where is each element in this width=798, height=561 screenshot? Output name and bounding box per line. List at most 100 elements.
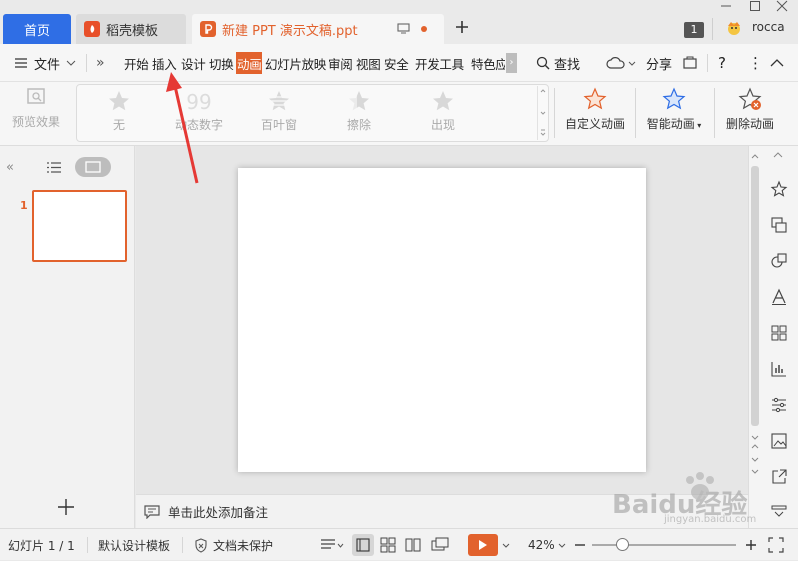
slide-view-toggle[interactable] xyxy=(75,157,111,177)
slide-thumbnail[interactable] xyxy=(32,190,127,262)
play-icon xyxy=(468,534,498,556)
help-icon[interactable]: ? xyxy=(718,44,726,82)
add-slide-button[interactable] xyxy=(57,498,75,516)
chevron-down-icon xyxy=(502,543,510,548)
watermark-subtext: jingyan.baidu.com xyxy=(664,514,757,525)
tab-template[interactable]: 稻壳模板 xyxy=(76,14,186,44)
user-name[interactable]: rocca xyxy=(752,20,785,34)
plus-icon xyxy=(746,540,756,550)
cloud-icon xyxy=(606,57,625,69)
notes-toggle-icon[interactable] xyxy=(320,529,344,561)
text-style-icon[interactable] xyxy=(770,288,788,306)
effect-wipe[interactable]: 擦除 xyxy=(319,85,399,141)
workbench-icon[interactable] xyxy=(682,44,698,82)
chart-icon[interactable] xyxy=(770,360,788,378)
divider xyxy=(707,54,708,72)
document-protection[interactable]: 文档未保护 xyxy=(194,529,273,561)
animation-ribbon: 预览效果 无 99 动态数字 百叶窗 擦除 出现 自定义动画 智能动画 ▾ 删除… xyxy=(0,82,798,146)
collapse-panel-down-icon[interactable] xyxy=(770,504,788,518)
tab-animation[interactable]: 动画 xyxy=(236,52,263,74)
collapse-panel-icon[interactable]: « xyxy=(6,160,14,175)
canvas-vertical-scrollbar[interactable] xyxy=(748,146,762,494)
picture-icon[interactable] xyxy=(770,432,788,450)
divider xyxy=(714,88,715,138)
slide-sorter-icon[interactable] xyxy=(380,529,396,561)
effect-none[interactable]: 无 xyxy=(79,85,159,141)
slide-editor[interactable] xyxy=(238,168,646,472)
collapse-ribbon-icon[interactable] xyxy=(770,44,784,82)
expand-double-chevron-icon[interactable]: » xyxy=(96,44,105,82)
slide-count: 幻灯片 1 / 1 xyxy=(8,538,75,553)
monitor-icon[interactable] xyxy=(397,23,410,34)
zoom-level[interactable]: 42% xyxy=(528,529,566,561)
new-tab-button[interactable] xyxy=(455,20,469,34)
effect-appear[interactable]: 出现 xyxy=(403,85,483,141)
tab-developer[interactable]: 开发工具 xyxy=(415,52,464,74)
scroll-up-icon[interactable] xyxy=(773,152,783,158)
design-template[interactable]: 默认设计模板 xyxy=(98,529,170,561)
play-slideshow-button[interactable] xyxy=(468,529,510,561)
slide-view-icon xyxy=(85,161,101,173)
zoom-slider-thumb[interactable] xyxy=(616,538,629,551)
tab-start[interactable]: 开始 xyxy=(124,52,149,74)
tab-special[interactable]: 特色应 xyxy=(471,52,505,74)
normal-view-button[interactable] xyxy=(352,529,374,561)
zoom-slider[interactable] xyxy=(592,544,736,546)
avatar[interactable] xyxy=(726,20,742,36)
tab-view[interactable]: 视图 xyxy=(356,52,381,74)
ppt-file-icon xyxy=(200,21,216,37)
animation-gallery: 无 99 动态数字 百叶窗 擦除 出现 xyxy=(76,84,549,142)
cloud-sync-button[interactable] xyxy=(606,44,636,82)
page-badge[interactable]: 1 xyxy=(684,22,704,38)
scroll-right-icon[interactable]: › xyxy=(506,53,517,73)
wipe-star-icon xyxy=(349,91,369,111)
tab-security[interactable]: 安全 xyxy=(384,52,409,74)
preview-effect-button[interactable]: 预览效果 xyxy=(10,86,62,130)
search-button[interactable]: 查找 xyxy=(536,44,580,82)
plus-icon xyxy=(58,499,74,515)
shapes-icon[interactable] xyxy=(770,252,788,270)
zoom-out-button[interactable] xyxy=(574,529,586,561)
notes-placeholder: 单击此处添加备注 xyxy=(168,505,269,520)
unsaved-dot-icon xyxy=(421,26,427,32)
notes-icon xyxy=(144,504,160,519)
shield-icon xyxy=(195,537,207,553)
share-export-icon[interactable] xyxy=(770,468,788,486)
slide-number: 1 xyxy=(20,199,28,212)
share-button[interactable]: 分享 xyxy=(646,44,672,82)
tab-slideshow[interactable]: 幻灯片放映 xyxy=(265,52,326,74)
hamburger-icon xyxy=(15,58,27,68)
presenter-view-icon[interactable] xyxy=(431,529,449,561)
tab-home[interactable]: 首页 xyxy=(3,14,71,44)
effect-blinds[interactable]: 百叶窗 xyxy=(239,85,319,141)
fit-window-icon[interactable] xyxy=(768,529,784,561)
gallery-scrollbar[interactable] xyxy=(537,86,547,140)
grid-apps-icon[interactable] xyxy=(770,324,788,342)
divider xyxy=(182,537,183,553)
maximize-icon[interactable] xyxy=(749,0,761,12)
transform-icon[interactable] xyxy=(770,216,788,234)
outline-view-icon[interactable] xyxy=(46,161,62,174)
blinds-star-icon xyxy=(269,91,289,111)
custom-animation-label: 自定义动画 xyxy=(564,117,625,131)
delete-animation-button[interactable]: 删除动画 xyxy=(720,86,780,132)
zoom-value: 42% xyxy=(528,538,555,552)
appear-star-icon xyxy=(433,91,453,111)
tab-transition[interactable]: 切换 xyxy=(209,52,234,74)
animation-pane-icon[interactable] xyxy=(770,180,788,198)
custom-animation-button[interactable]: 自定义动画 xyxy=(562,86,628,132)
smart-animation-button[interactable]: 智能动画 ▾ xyxy=(642,86,706,132)
minus-icon xyxy=(575,544,585,546)
tab-review[interactable]: 审阅 xyxy=(328,52,353,74)
minimize-icon[interactable] xyxy=(720,0,732,12)
reading-view-icon[interactable] xyxy=(405,529,421,561)
star-icon xyxy=(109,91,129,111)
preview-icon xyxy=(27,88,45,104)
close-icon[interactable] xyxy=(776,0,788,12)
tab-document[interactable]: 新建 PPT 演示文稿.ppt xyxy=(192,14,444,44)
more-options-icon[interactable]: ⋮ xyxy=(748,44,763,82)
zoom-in-button[interactable] xyxy=(745,529,757,561)
adjust-sliders-icon[interactable] xyxy=(770,396,788,414)
file-menu[interactable]: 文件 xyxy=(14,44,76,82)
file-menu-label: 文件 xyxy=(34,57,61,73)
